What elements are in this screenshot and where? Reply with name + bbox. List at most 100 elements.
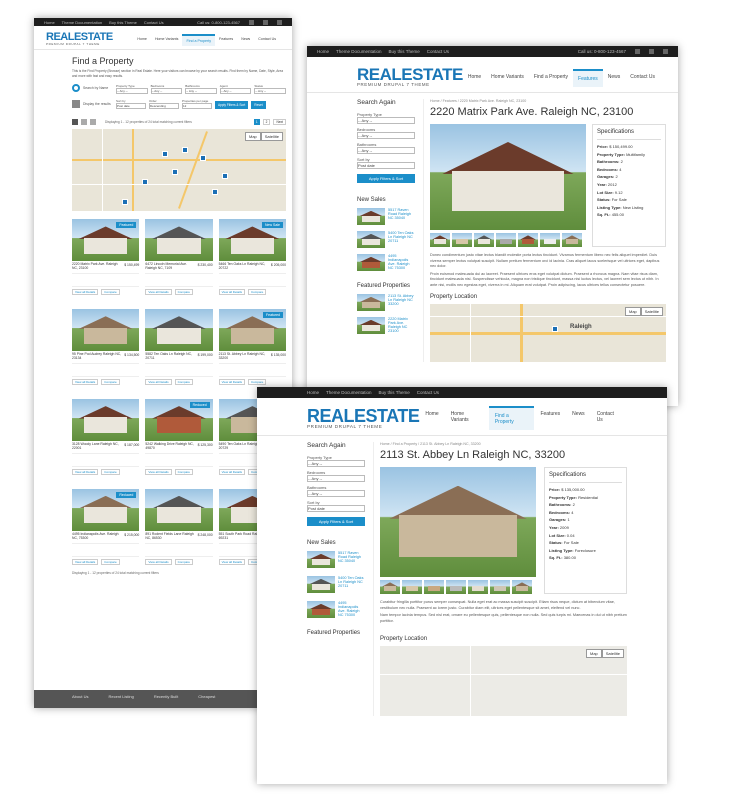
property-title[interactable]: 5582 Ten Oaks Ln Raleigh NC, 20711 [145, 352, 197, 361]
nav-find-property[interactable]: Find a Property [182, 34, 216, 46]
topbar-link-buy[interactable]: Buy this Theme [109, 20, 137, 25]
new-sale-item[interactable]: 5400 Ten Oaks Ln Raleigh NC 20711 [357, 231, 415, 248]
view-details-button[interactable]: View all Details [145, 468, 172, 475]
map-pin[interactable] [172, 169, 178, 176]
property-card[interactable]: Featured 2113 St. Abbey Ln Raleigh NC, 33… [218, 309, 286, 385]
property-card[interactable]: Reduced 5242 Walking Drive Raleigh NC, 49… [145, 398, 213, 475]
logo[interactable]: REALESTATE PREMIUM DRUPAL 7 THEME [357, 66, 463, 87]
property-card[interactable]: 6472 Lincoln Memorial Ave. Raleigh NC, 7… [145, 219, 213, 296]
compare-button[interactable]: Compare [174, 558, 193, 565]
nav-find-property[interactable]: Find a Property [529, 69, 573, 87]
topbar-link-docs[interactable]: Theme Documentation [326, 390, 372, 395]
property-photo[interactable] [145, 488, 213, 531]
view-details-button[interactable]: View all Details [72, 289, 99, 296]
property-title[interactable]: 891 Rodent Fields Lane Raleigh NC, 86530 [145, 532, 197, 541]
property-card[interactable]: New Sale 5466 Ten Oaks Ln Raleigh NC, 207… [218, 219, 286, 296]
map-type-button[interactable]: Map [585, 649, 602, 658]
nav-features[interactable]: Features [215, 34, 237, 46]
map-pin[interactable] [122, 199, 128, 206]
property-thumbnail[interactable] [307, 551, 335, 568]
compare-button[interactable]: Compare [101, 468, 120, 475]
apply-filters-button[interactable]: Apply Filters & Sort [215, 101, 249, 110]
new-sale-item[interactable]: 4495 Indianapolis Ave. Raleigh NC 75300 [357, 254, 415, 271]
nav-home[interactable]: Home [133, 34, 151, 46]
gallery-thumbnail[interactable] [496, 233, 516, 247]
new-sale-link[interactable]: 4495 Indianapolis Ave. Raleigh NC 75300 [338, 601, 365, 617]
apply-filters-button[interactable]: Apply Filters & Sort [357, 174, 415, 183]
property-photo[interactable] [145, 309, 213, 352]
featured-item[interactable]: 2220 Matrix Park Ave. Raleigh NC 23100 [357, 317, 415, 334]
topbar-link-docs[interactable]: Theme Documentation [336, 49, 382, 54]
property-card[interactable]: Featured 2220 Matrix Park Ave. Raleigh NC… [72, 219, 140, 296]
property-title[interactable]: 4495 Indianapolis Ave. Raleigh NC, 75300 [72, 532, 124, 541]
compare-button[interactable]: Compare [101, 289, 120, 296]
featured-link[interactable]: 2113 St. Abbey Ln Raleigh NC 33200 [388, 294, 415, 306]
property-photo[interactable]: New Sale [218, 219, 286, 262]
new-sale-link[interactable]: 5400 Ten Oaks Ln Raleigh NC 20711 [388, 231, 415, 243]
map-pin[interactable] [200, 155, 206, 162]
nav-home-variants[interactable]: Home Variants [151, 34, 183, 46]
nav-features[interactable]: Features [573, 69, 603, 87]
view-details-button[interactable]: View all Details [218, 558, 245, 565]
property-photo[interactable] [72, 398, 140, 441]
logo[interactable]: REALESTATE PREMIUM DRUPAL 7 THEME [307, 407, 420, 430]
bedrooms-select[interactable]: -- Any -- [150, 88, 183, 95]
compare-button[interactable]: Compare [174, 378, 193, 385]
gallery-thumbnail[interactable] [380, 580, 400, 594]
new-sale-link[interactable]: 4495 Indianapolis Ave. Raleigh NC 75300 [388, 254, 415, 270]
compare-button[interactable]: Compare [174, 468, 193, 475]
property-photo[interactable]: Featured [218, 309, 286, 352]
sort-select[interactable]: Post date [307, 505, 365, 512]
new-sale-link[interactable]: 5400 Ten Oaks Ln Raleigh NC 20711 [338, 576, 365, 588]
property-thumbnail[interactable] [357, 317, 385, 334]
map-pin[interactable] [162, 151, 168, 158]
gallery-thumbnail[interactable] [402, 580, 422, 594]
per-page-select[interactable]: 12 [182, 103, 212, 110]
twitter-icon[interactable] [263, 19, 268, 25]
nav-home[interactable]: Home [419, 406, 444, 430]
topbar-link-home[interactable]: Home [307, 390, 319, 395]
gallery-thumbnail[interactable] [430, 233, 450, 247]
sort-select[interactable]: Post date [357, 162, 415, 169]
property-thumbnail[interactable] [307, 576, 335, 593]
status-select[interactable]: -- Any -- [254, 88, 286, 95]
satellite-type-button[interactable]: Satellite [601, 649, 624, 658]
property-card[interactable]: 3128 Woody Lane Raleigh NC, 22001 $ 187,0… [72, 398, 140, 475]
agent-select[interactable]: -- Any -- [219, 88, 252, 95]
nav-contact[interactable]: Contact Us [625, 69, 660, 87]
new-sale-link[interactable]: 5517 Raven Road Raleigh NC 35040 [388, 208, 415, 220]
property-thumbnail[interactable] [357, 208, 385, 225]
topbar-link-home[interactable]: Home [44, 20, 55, 25]
view-details-button[interactable]: View all Details [218, 468, 245, 475]
nav-home-variants[interactable]: Home Variants [445, 406, 489, 430]
compare-button[interactable]: Compare [101, 558, 120, 565]
map-type-button[interactable]: Map [244, 132, 261, 142]
nav-contact[interactable]: Contact Us [254, 34, 280, 46]
satellite-type-button[interactable]: Satellite [260, 132, 283, 142]
property-map[interactable]: Raleigh Map Satellite [430, 304, 666, 362]
property-thumbnail[interactable] [357, 294, 385, 311]
new-sale-item[interactable]: 4495 Indianapolis Ave. Raleigh NC 75300 [307, 601, 365, 618]
nav-news[interactable]: News [603, 69, 626, 87]
logo[interactable]: REALESTATE PREMIUM DRUPAL 7 THEME [46, 32, 113, 46]
reset-button[interactable]: Reset [251, 101, 266, 110]
compare-button[interactable]: Compare [247, 289, 267, 296]
view-details-button[interactable]: View all Details [218, 289, 245, 296]
facebook-icon[interactable] [635, 49, 640, 54]
map-type-button[interactable]: Map [624, 307, 641, 316]
gallery-thumbnail[interactable] [490, 580, 510, 594]
topbar-link-docs[interactable]: Theme Documentation [62, 20, 102, 25]
nav-home-variants[interactable]: Home Variants [486, 69, 529, 87]
view-details-button[interactable]: View all Details [72, 468, 99, 475]
property-thumbnail[interactable] [357, 254, 385, 271]
gallery-thumbnail[interactable] [452, 233, 472, 247]
property-photo[interactable] [72, 309, 140, 352]
property-card[interactable]: 5582 Ten Oaks Ln Raleigh NC, 20711 $ 199,… [145, 309, 213, 385]
topbar-link-contact[interactable]: Contact Us [427, 49, 449, 54]
topbar-link-home[interactable]: Home [317, 49, 329, 54]
bathrooms-select[interactable]: -- Any -- [357, 147, 415, 154]
view-details-button[interactable]: View all Details [145, 378, 172, 385]
map-pin[interactable] [142, 179, 148, 186]
property-type-select[interactable]: -- Any -- [357, 117, 415, 124]
topbar-link-buy[interactable]: Buy this Theme [379, 390, 410, 395]
